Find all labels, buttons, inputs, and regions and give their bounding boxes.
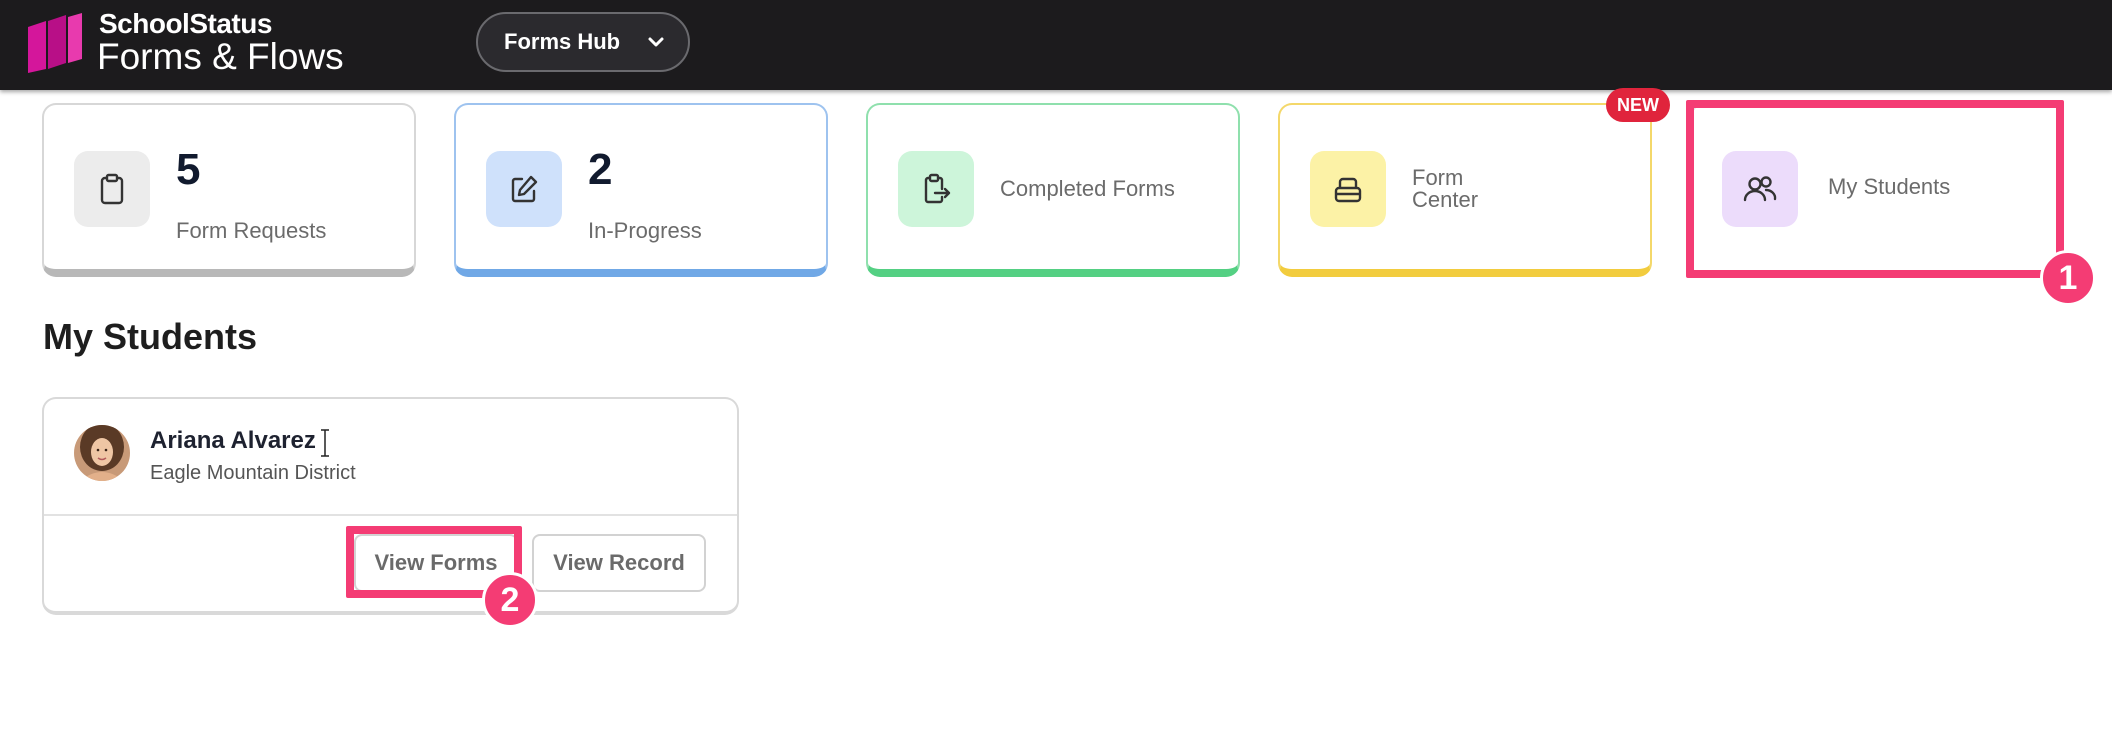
section-title: My Students <box>43 316 258 357</box>
inbox-stack-icon <box>1310 151 1386 227</box>
forms-hub-label: Forms Hub <box>504 29 621 54</box>
chevron-down-icon <box>648 37 664 47</box>
form-center-label-line1: Form <box>1412 165 1464 190</box>
in-progress-card[interactable]: 2 In-Progress <box>454 103 828 277</box>
form-requests-count: 5 <box>176 145 201 194</box>
clipboard-icon <box>74 151 150 227</box>
view-record-button[interactable]: View Record <box>532 534 706 592</box>
form-center-label-line2: Center <box>1412 187 1479 212</box>
clipboard-export-icon <box>898 151 974 227</box>
student-name[interactable]: Ariana Alvarez <box>150 427 316 455</box>
step-marker-2: 2 <box>482 572 538 628</box>
step-marker-1: 1 <box>2040 250 2096 306</box>
edit-icon <box>486 151 562 227</box>
in-progress-count: 2 <box>588 145 613 194</box>
top-bar: SchoolStatus Forms & Flows Forms Hub <box>0 0 2112 90</box>
form-center-card[interactable]: Form Center <box>1278 103 1652 277</box>
in-progress-label: In-Progress <box>588 218 702 243</box>
card-divider <box>44 514 737 516</box>
completed-forms-label: Completed Forms <box>1000 176 1175 201</box>
form-requests-card[interactable]: 5 Form Requests <box>42 103 416 277</box>
student-district: Eagle Mountain District <box>150 462 356 484</box>
avatar[interactable] <box>74 425 130 481</box>
schoolstatus-logo-icon <box>28 13 82 73</box>
highlight-my-students <box>1686 100 2064 278</box>
product-name: Forms & Flows <box>97 36 344 77</box>
completed-forms-card[interactable]: Completed Forms <box>866 103 1240 277</box>
forms-hub-dropdown[interactable]: Forms Hub <box>476 12 690 72</box>
text-cursor-icon <box>321 429 329 457</box>
new-badge: NEW <box>1606 88 1670 122</box>
form-requests-label: Form Requests <box>176 218 327 243</box>
